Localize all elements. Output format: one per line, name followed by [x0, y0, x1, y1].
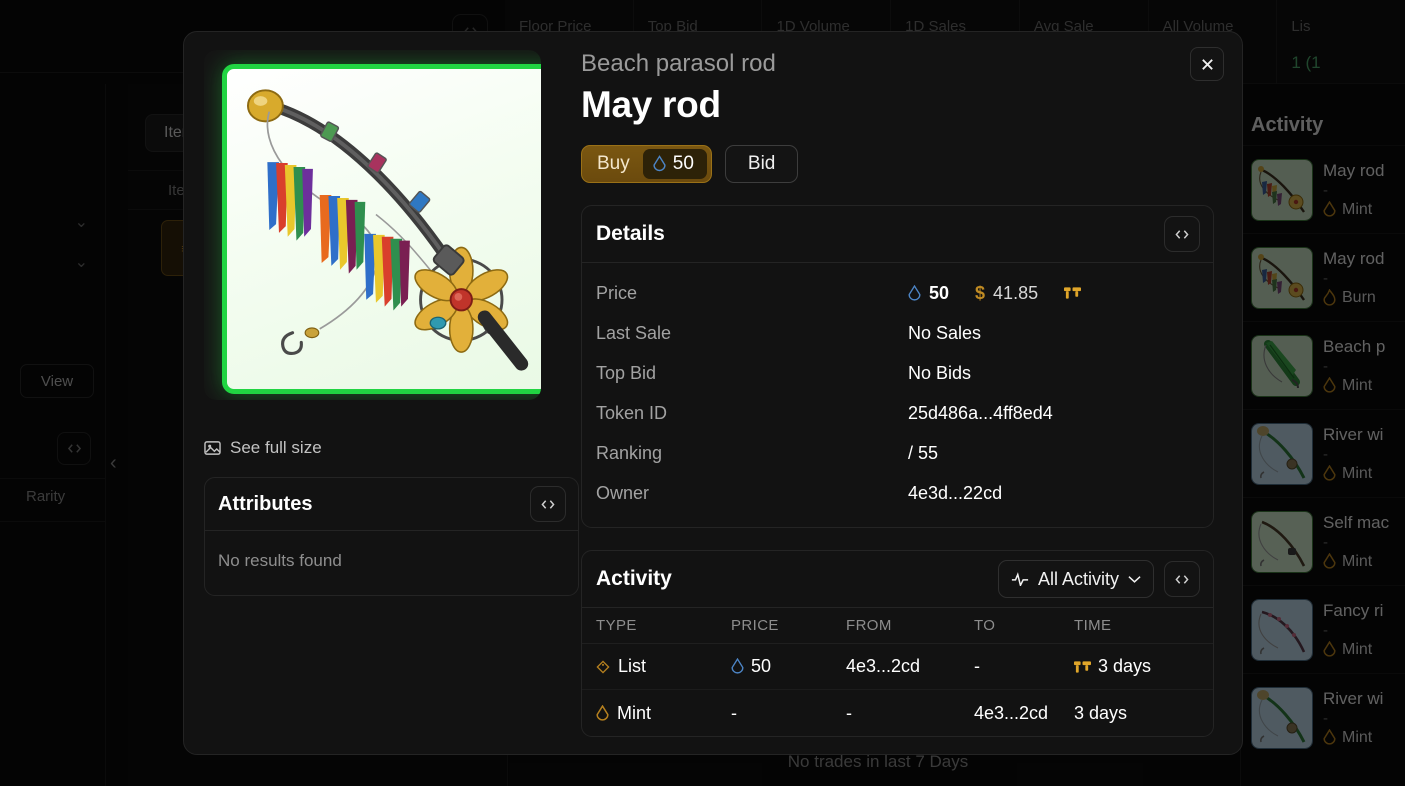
- detail-key: Ranking: [596, 442, 663, 463]
- activity-column-header: PRICE: [731, 617, 779, 634]
- detail-row: Token ID 25d486a...4ff8ed4: [582, 393, 1213, 433]
- activity-panel: Activity All Activity TYPE PRICE FROM TO…: [581, 550, 1214, 737]
- fishing-rod-illustration: [246, 89, 529, 371]
- activity-filter-select[interactable]: All Activity: [997, 560, 1154, 598]
- activity-column-header: TO: [974, 617, 996, 634]
- activity-column-header: TIME: [1074, 617, 1112, 634]
- activity-code-icon[interactable]: [1164, 561, 1200, 597]
- activity-filter-label: All Activity: [1037, 568, 1119, 589]
- detail-value: / 55: [908, 442, 939, 463]
- detail-key: Price: [596, 282, 638, 303]
- details-panel: Details Price 50 $41.85 Last Sale No Sales To…: [581, 205, 1214, 528]
- activity-type: Mint: [596, 703, 731, 724]
- detail-row: Price 50 $41.85: [582, 273, 1213, 313]
- attributes-header: Attributes: [205, 478, 578, 531]
- eth-icon: [653, 155, 666, 173]
- activity-from: 4e3...2cd: [846, 656, 921, 676]
- buy-label: Buy: [597, 153, 630, 174]
- details-rows: Price 50 $41.85 Last Sale No Sales Top Bid No …: [582, 263, 1213, 527]
- detail-value: No Bids: [908, 362, 972, 383]
- activity-table-header: TYPE PRICE FROM TO TIME: [582, 608, 1213, 644]
- activity-time: 3 days: [1074, 702, 1128, 723]
- collection-name[interactable]: Beach parasol rod: [581, 50, 1214, 78]
- attributes-title: Attributes: [218, 492, 313, 515]
- activity-from: -: [846, 702, 852, 723]
- details-title: Details: [596, 222, 665, 245]
- detail-row: Owner 4e3d...22cd: [582, 473, 1213, 513]
- attributes-code-icon[interactable]: [530, 486, 566, 522]
- activity-price: 50: [731, 656, 846, 677]
- detail-value: 25d486a...4ff8ed4: [908, 402, 1053, 423]
- bid-button[interactable]: Bid: [724, 145, 799, 183]
- close-icon[interactable]: [1190, 47, 1224, 81]
- activity-to: 4e3...2cd: [974, 702, 1049, 723]
- detail-value: No Sales: [908, 322, 982, 343]
- see-full-size-label: See full size: [230, 438, 322, 457]
- activity-column-header: TYPE: [596, 617, 637, 634]
- item-detail-modal: See full size Attributes No results foun…: [183, 31, 1243, 755]
- see-full-size-link[interactable]: See full size: [204, 438, 559, 458]
- modal-right-column: Beach parasol rod May rod Buy 50 Bid Det…: [581, 50, 1222, 737]
- may-rod-artwork[interactable]: [222, 64, 541, 394]
- detail-row: Top Bid No Bids: [582, 353, 1213, 393]
- detail-value: 4e3d...22cd: [908, 482, 1003, 503]
- pulse-icon: [1011, 572, 1029, 586]
- details-header: Details: [582, 206, 1213, 263]
- activity-to: -: [974, 656, 980, 676]
- detail-key: Last Sale: [596, 322, 672, 343]
- details-code-icon[interactable]: [1164, 216, 1200, 252]
- activity-table-row[interactable]: List 50 4e3...2cd - 3 days: [582, 644, 1213, 690]
- detail-row: Ranking / 55: [582, 433, 1213, 473]
- action-buttons: Buy 50 Bid: [581, 145, 1214, 183]
- activity-price: -: [731, 702, 737, 723]
- attributes-empty-text: No results found: [218, 551, 342, 570]
- detail-row: Last Sale No Sales: [582, 313, 1213, 353]
- artwork-frame: [204, 50, 541, 400]
- chevron-down-icon: [1128, 575, 1141, 584]
- activity-type: List: [596, 656, 731, 677]
- modal-left-column: See full size Attributes No results foun…: [204, 50, 581, 736]
- detail-value: 50 $41.85: [908, 283, 1082, 304]
- buy-price: 50: [642, 149, 707, 179]
- detail-key: Top Bid: [596, 362, 657, 383]
- app-root: ol rod Floor PriceTop Bid1D Volume1D Sal…: [0, 0, 1405, 786]
- buy-button[interactable]: Buy 50: [581, 145, 712, 183]
- activity-header: Activity All Activity: [582, 551, 1213, 608]
- activity-table-body: List 50 4e3...2cd -3 days Mint - -4e3...2cd 3 d…: [582, 644, 1213, 736]
- activity-column-header: FROM: [846, 617, 892, 634]
- image-icon: [204, 440, 221, 456]
- buy-price-value: 50: [672, 153, 694, 174]
- activity-time: 3 days: [1074, 656, 1199, 677]
- detail-key: Token ID: [596, 402, 668, 423]
- activity-title: Activity: [596, 567, 672, 590]
- attributes-panel: Attributes No results found: [204, 477, 579, 596]
- activity-header-controls: All Activity: [997, 560, 1200, 598]
- detail-key: Owner: [596, 482, 650, 503]
- activity-table-row[interactable]: Mint - -4e3...2cd 3 days: [582, 690, 1213, 736]
- item-title: May rod: [581, 84, 721, 125]
